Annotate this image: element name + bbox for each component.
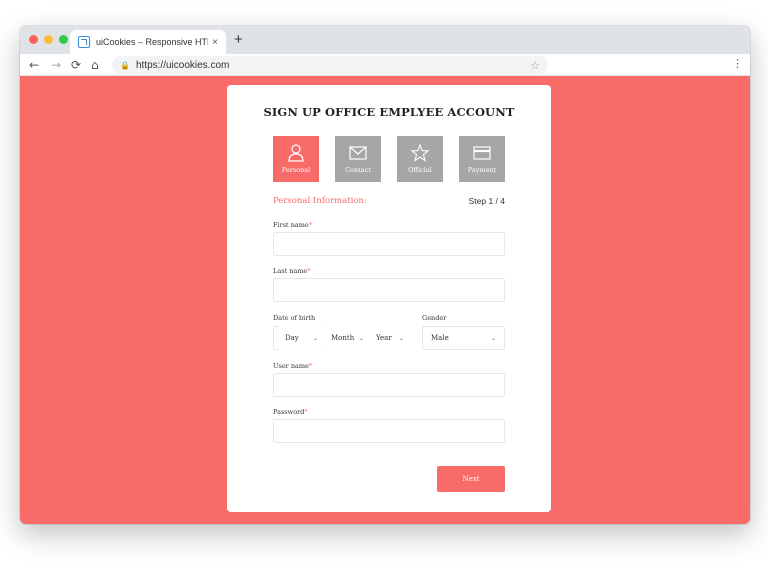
gender-label: Gender [422,314,446,322]
close-window-button[interactable] [29,35,38,44]
step-personal[interactable]: Personal [273,136,319,182]
gender-select[interactable]: Male ⌄ [422,326,505,350]
minimize-window-button[interactable] [44,35,53,44]
last-name-input[interactable] [273,278,505,302]
gender-select-value: Male [431,334,449,342]
maximize-window-button[interactable] [59,35,68,44]
password-input[interactable] [273,419,505,443]
star-icon [411,144,429,162]
form-title: SIGN UP OFFICE EMPLYEE ACCOUNT [263,105,515,119]
reload-icon[interactable]: ⟳ [71,56,81,74]
step-label: Contact [345,166,371,174]
tab-title: uiCookies – Responsive HTML [96,37,209,47]
day-select-value: Day [285,334,299,342]
tab-close-icon[interactable]: × [212,37,218,48]
step-contact[interactable]: Contact [335,136,381,182]
required-mark: * [307,267,311,275]
last-name-label-text: Last name [273,267,308,275]
home-icon[interactable]: ⌂ [91,56,99,74]
new-tab-button[interactable]: + [234,32,243,48]
first-name-input[interactable] [273,232,505,256]
chevron-down-icon: ⌄ [490,334,496,342]
password-label: Password* [273,408,308,416]
user-icon [288,144,304,162]
forward-icon[interactable]: → [51,56,61,74]
favicon-icon [78,36,90,48]
first-name-label: First name* [273,221,312,229]
dob-label: Date of birth [273,314,315,322]
envelope-icon [349,144,367,162]
address-bar[interactable]: 🔒 https://uicookies.com ☆ [112,56,548,74]
step-label: Personal [281,166,311,174]
back-icon[interactable]: ← [29,56,39,74]
user-name-label-text: User name [273,362,309,370]
chevron-down-icon: ⌄ [398,334,404,342]
bookmark-star-icon[interactable]: ☆ [530,59,540,72]
gender-label-text: Gender [422,314,447,322]
next-button[interactable]: Next [437,466,505,492]
window-controls [29,35,68,44]
tab-bar: uiCookies – Responsive HTML × + [20,26,750,54]
step-counter: Step 1 / 4 [468,196,505,206]
day-select[interactable]: Day ⌄ [279,326,324,350]
user-name-input[interactable] [273,373,505,397]
lock-icon: 🔒 [120,60,130,70]
year-select[interactable]: Year ⌄ [370,326,410,350]
last-name-label: Last name* [273,267,311,275]
step-tabs: Personal Contact Official Payment [273,136,505,182]
browser-tab[interactable]: uiCookies – Responsive HTML × [70,30,226,54]
section-title: Personal Information: [273,196,367,206]
section-header: Personal Information: Step 1 / 4 [273,196,505,206]
chevron-down-icon: ⌄ [358,334,364,342]
required-mark: * [308,362,313,370]
user-name-label: User name* [273,362,312,370]
browser-menu-icon[interactable]: ⋮ [732,57,743,70]
required-mark: * [304,408,308,416]
step-official[interactable]: Official [397,136,443,182]
month-select[interactable]: Month ⌄ [325,326,370,350]
dob-label-text: Date of birth [273,314,316,322]
url-text[interactable]: https://uicookies.com [136,60,530,71]
year-select-value: Year [376,334,392,342]
step-label: Official [408,166,432,174]
signup-card: SIGN UP OFFICE EMPLYEE ACCOUNT Personal [227,85,551,512]
browser-window: uiCookies – Responsive HTML × + ← → ⟳ ⌂ … [20,26,750,524]
password-label-text: Password [273,408,305,416]
required-mark: * [308,221,313,229]
credit-card-icon [473,144,491,162]
browser-toolbar: ← → ⟳ ⌂ 🔒 https://uicookies.com ☆ ⋮ [20,54,750,76]
step-payment[interactable]: Payment [459,136,505,182]
step-label: Payment [467,166,497,174]
first-name-label-text: First name [273,221,309,229]
chevron-down-icon: ⌄ [312,334,318,342]
month-select-value: Month [331,334,355,342]
